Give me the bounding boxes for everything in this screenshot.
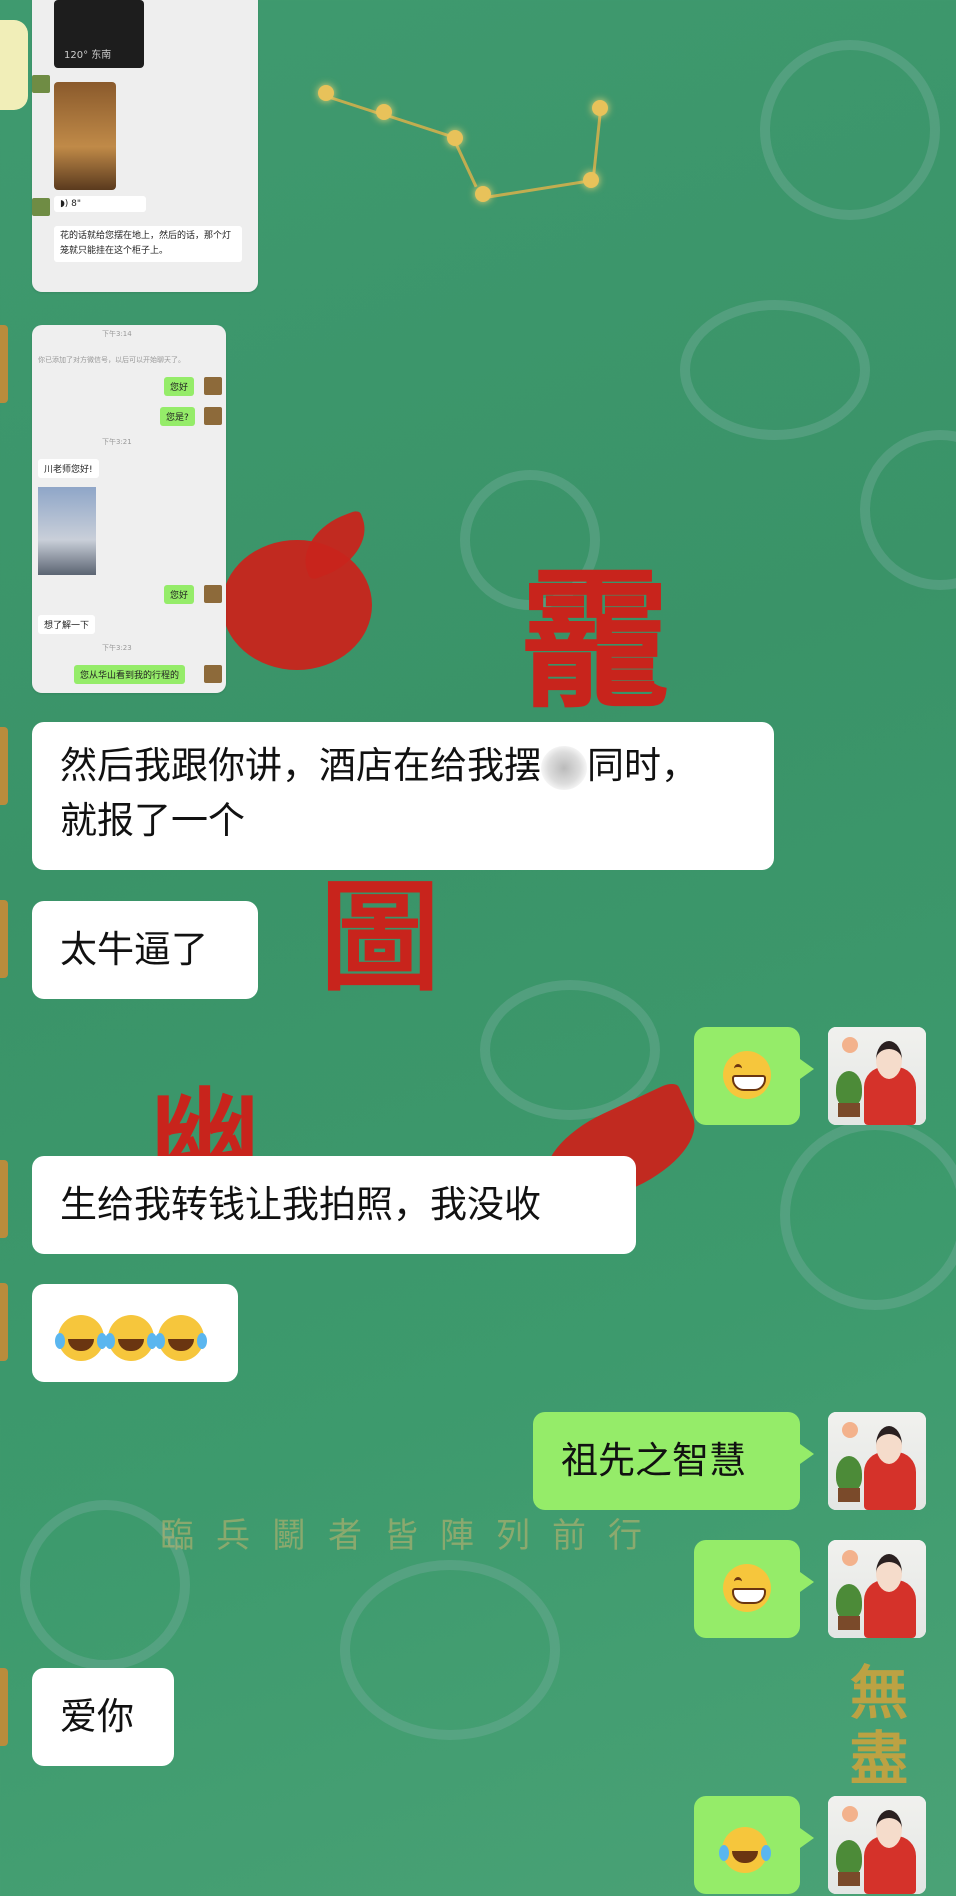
laugh-cry-emoji-icon: [105, 1314, 154, 1361]
outgoing-emoji-message[interactable]: [694, 1027, 814, 1125]
laugh-cry-emoji-icon: [719, 1826, 768, 1873]
mini-photo: [38, 487, 96, 575]
user-avatar[interactable]: [828, 1412, 926, 1510]
voice-icon: ◗): [60, 199, 69, 209]
voice-message[interactable]: ◗) 8": [54, 196, 146, 212]
room-photo: [54, 82, 116, 190]
user-avatar[interactable]: [828, 1796, 926, 1894]
user-avatar[interactable]: [828, 1540, 926, 1638]
incoming-message[interactable]: 生给我转钱让我拍照，我没收: [32, 1156, 636, 1254]
compass-text: 120° 东南: [64, 50, 112, 61]
laugh-cry-emoji-icon: [155, 1314, 204, 1361]
grin-emoji-icon: [723, 1051, 771, 1099]
user-avatar[interactable]: [828, 1027, 926, 1125]
outgoing-emoji-message[interactable]: [694, 1540, 814, 1638]
incoming-message[interactable]: 爱你: [32, 1668, 174, 1766]
censored-blur: [541, 745, 587, 790]
grin-emoji-icon: [723, 1564, 771, 1612]
background-banner-text: 臨兵鬭者皆陣列前行: [160, 1516, 664, 1556]
mini-text-message: 花的话就给您摆在地上，然后的话，那个灯笼就只能挂在这个柜子上。: [54, 226, 242, 262]
laugh-cry-emoji-icon: [55, 1314, 104, 1361]
incoming-emoji-message[interactable]: [32, 1284, 238, 1382]
chat-image-screenshot-2[interactable]: 下午3:14 你已添加了对方微信号，以后可以开始聊天了。 您好 您是? 下午3:…: [32, 325, 226, 693]
incoming-message[interactable]: 太牛逼了: [32, 901, 258, 999]
outgoing-emoji-message[interactable]: [694, 1796, 814, 1894]
background-gold-chars: 無盡: [850, 1659, 909, 1793]
incoming-message[interactable]: 然后我跟你讲，酒店在给我摆 同时， 就报了一个: [32, 722, 774, 870]
compass-photo: 120° 东南: [54, 0, 144, 68]
chat-image-screenshot-1[interactable]: 120° 东南 ◗) 8" 花的话就给您摆在地上，然后的话，那个灯笼就只能挂在这…: [32, 0, 258, 292]
outgoing-message[interactable]: 祖先之智慧: [533, 1412, 814, 1510]
